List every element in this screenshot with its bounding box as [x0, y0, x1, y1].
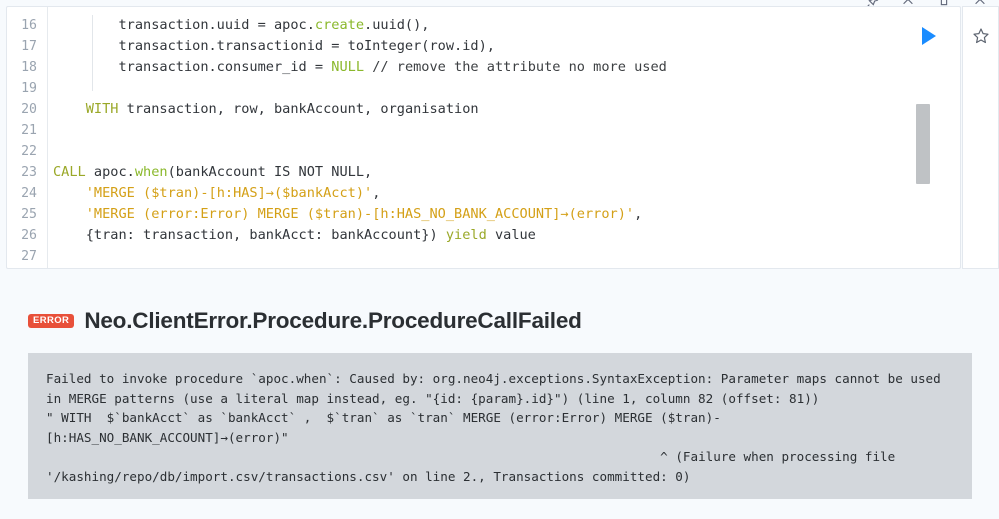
- run-query-button[interactable]: [916, 23, 942, 49]
- line-number: 26: [21, 228, 37, 243]
- code-line[interactable]: 17 transaction.transactionid = toInteger…: [7, 36, 960, 57]
- line-number: 22: [21, 144, 37, 159]
- line-number: 20: [21, 102, 37, 117]
- line-content[interactable]: {tran: transaction, bankAcct: bankAccoun…: [47, 225, 960, 246]
- line-content[interactable]: transaction.transactionid = toInteger(ro…: [47, 36, 960, 57]
- code-token: .uuid(),: [364, 17, 430, 33]
- code-token: transaction.uuid = apoc.: [53, 17, 315, 33]
- code-token: yield: [445, 227, 487, 243]
- code-token: NULL: [331, 59, 365, 75]
- line-content[interactable]: transaction.consumer_id = NULL // remove…: [47, 57, 960, 78]
- line-number: 23: [21, 165, 37, 180]
- code-line[interactable]: 23 CALL apoc.when(bankAccount IS NOT NULL…: [7, 162, 960, 183]
- line-content[interactable]: transaction.uuid = apoc.create.uuid(),: [47, 15, 960, 36]
- code-token: ,: [634, 206, 643, 222]
- code-line[interactable]: 26 {tran: transaction, bankAcct: bankAcc…: [7, 225, 960, 246]
- line-content[interactable]: [47, 78, 960, 99]
- code-token: create: [314, 17, 365, 33]
- code-token: WITH: [85, 101, 119, 117]
- line-content[interactable]: [47, 120, 960, 141]
- code-line[interactable]: 22: [7, 141, 960, 162]
- code-token: when: [134, 164, 168, 180]
- editor-scroll-thumb[interactable]: [916, 104, 930, 184]
- code-line[interactable]: 25 'MERGE (error:Error) MERGE ($tran)-[h…: [7, 204, 960, 225]
- code-line[interactable]: 27: [7, 246, 960, 267]
- code-token: transaction, row, bankAccount, organisat…: [118, 101, 479, 117]
- line-number: 25: [21, 207, 37, 222]
- code-line[interactable]: 16 transaction.uuid = apoc.create.uuid()…: [7, 15, 960, 36]
- line-number: 19: [21, 81, 37, 96]
- line-content[interactable]: [47, 246, 960, 267]
- code-token: 'MERGE ($tran)-[h:HAS]→($bankAcct)': [85, 185, 373, 201]
- play-icon: [922, 27, 936, 45]
- line-number: 17: [21, 39, 37, 54]
- code-token: {tran: transaction, bankAcct: bankAccoun…: [53, 227, 446, 243]
- error-title: Neo.ClientError.Procedure.ProcedureCallF…: [84, 308, 582, 333]
- favorite-star-button[interactable]: [972, 27, 990, 45]
- code-token: // remove the attribute no more used: [372, 59, 667, 75]
- error-message-panel: Failed to invoke procedure `apoc.when`: …: [28, 353, 972, 499]
- code-token: apoc.: [85, 164, 135, 180]
- line-content[interactable]: 'MERGE ($tran)-[h:HAS]→($bankAcct)',: [47, 183, 960, 204]
- code-line[interactable]: 19: [7, 78, 960, 99]
- code-line[interactable]: 21: [7, 120, 960, 141]
- code-editor-area[interactable]: 16 transaction.uuid = apoc.create.uuid()…: [7, 7, 960, 268]
- status-badge: ERROR: [28, 313, 75, 329]
- code-token: (bankAccount IS NOT NULL,: [167, 164, 373, 180]
- code-token: ,: [372, 185, 381, 201]
- editor-right-rail: [962, 6, 999, 269]
- line-number: 21: [21, 123, 37, 138]
- line-number: 24: [21, 186, 37, 201]
- code-token: transaction.transactionid = toInteger(ro…: [53, 38, 495, 54]
- line-number: 16: [21, 18, 37, 33]
- line-number: 18: [21, 60, 37, 75]
- cypher-editor-card: 16 transaction.uuid = apoc.create.uuid()…: [6, 6, 961, 269]
- code-token: transaction.consumer_id =: [53, 59, 332, 75]
- code-line[interactable]: 20 WITH transaction, row, bankAccount, o…: [7, 99, 960, 120]
- line-content[interactable]: [47, 141, 960, 162]
- line-number: 27: [21, 249, 37, 264]
- code-token: value: [486, 227, 536, 243]
- code-token: 'MERGE (error:Error) MERGE ($tran)-[h:HA…: [85, 206, 635, 222]
- error-heading: ERROR Neo.ClientError.Procedure.Procedur…: [28, 308, 582, 334]
- line-content[interactable]: WITH transaction, row, bankAccount, orga…: [47, 99, 960, 120]
- line-content[interactable]: 'MERGE (error:Error) MERGE ($tran)-[h:HA…: [47, 204, 960, 225]
- code-line[interactable]: 24 'MERGE ($tran)-[h:HAS]→($bankAcct)',: [7, 183, 960, 204]
- star-icon: [972, 28, 989, 44]
- code-token: CALL: [53, 164, 86, 180]
- code-line[interactable]: 18 transaction.consumer_id = NULL // rem…: [7, 57, 960, 78]
- line-content[interactable]: CALL apoc.when(bankAccount IS NOT NULL,: [47, 162, 960, 183]
